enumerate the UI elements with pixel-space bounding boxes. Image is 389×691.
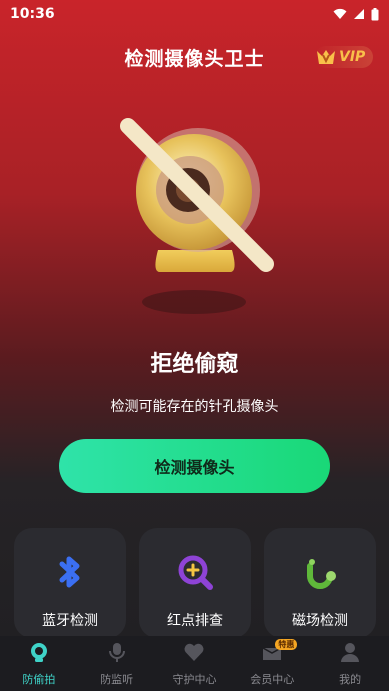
promo-badge: 特惠 xyxy=(275,639,298,650)
tab-label: 我的 xyxy=(339,673,362,686)
tool-label: 磁场检测 xyxy=(292,613,348,629)
tab-anti-eavesdrop[interactable]: 防监听 xyxy=(78,636,156,691)
tab-label: 防监听 xyxy=(100,673,134,686)
tab-label: 防偷拍 xyxy=(22,673,56,686)
tool-label: 红点排查 xyxy=(167,613,223,629)
tab-member-center[interactable]: 特惠 会员中心 xyxy=(233,636,311,691)
tool-label: 蓝牙检测 xyxy=(42,613,98,629)
bottom-tab-bar: 防偷拍 防监听 守护中心 特惠 会员中心 我的 xyxy=(0,636,389,691)
battery-icon xyxy=(371,7,379,20)
tool-card-bluetooth[interactable]: 蓝牙检测 xyxy=(14,528,126,638)
vip-badge[interactable]: VIP xyxy=(315,46,373,68)
tab-guard-center[interactable]: 守护中心 xyxy=(156,636,234,691)
bluetooth-icon xyxy=(59,556,80,588)
tab-label: 守护中心 xyxy=(172,673,217,686)
heart-icon xyxy=(185,643,204,661)
hero-title: 拒绝偷窥 xyxy=(150,352,239,377)
magnet-icon xyxy=(307,559,336,589)
detect-camera-button[interactable]: 检测摄像头 xyxy=(59,439,330,493)
tab-anti-peeping[interactable]: 防偷拍 xyxy=(0,636,78,691)
person-icon xyxy=(341,643,360,662)
tool-card-magnetic[interactable]: 磁场检测 xyxy=(264,528,376,638)
tool-card-red-dot[interactable]: 红点排查 xyxy=(139,528,251,638)
status-bar: 10:36 xyxy=(0,0,389,28)
camera-icon xyxy=(30,643,47,662)
tool-cards: 蓝牙检测 红点排查 磁场检测 xyxy=(0,528,389,638)
microphone-icon xyxy=(108,643,125,662)
vip-crown-icon xyxy=(317,50,335,64)
vip-label: VIP xyxy=(339,49,366,65)
status-time: 10:36 xyxy=(10,6,55,22)
red-dot-search-icon xyxy=(178,555,213,590)
hero-subtitle: 检测可能存在的针孔摄像头 xyxy=(110,399,279,415)
app-title: 检测摄像头卫士 xyxy=(124,47,265,70)
wifi-icon xyxy=(333,8,347,19)
signal-icon xyxy=(354,9,364,19)
status-icons xyxy=(333,7,379,21)
tab-mine[interactable]: 我的 xyxy=(311,636,389,691)
tab-label: 会员中心 xyxy=(250,673,295,686)
camera-disabled-illustration xyxy=(120,118,274,314)
